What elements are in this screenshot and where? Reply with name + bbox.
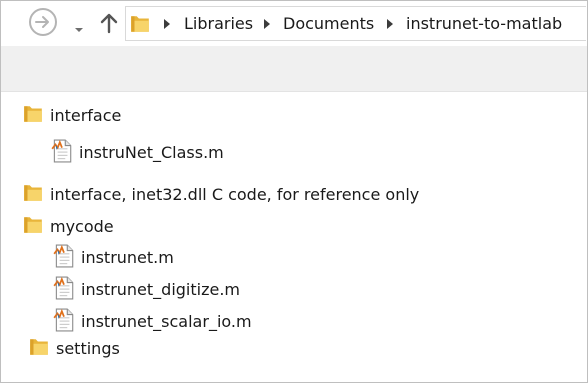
folder-icon — [28, 336, 50, 362]
folder-icon — [22, 103, 44, 129]
breadcrumb-separator-icon[interactable] — [387, 19, 393, 29]
tree-item-instrunet-digitize[interactable]: instrunet_digitize.m — [53, 277, 240, 303]
matlab-file-icon — [53, 244, 75, 272]
tree-item-interface-inet32[interactable]: interface, inet32.dll C code, for refere… — [22, 182, 419, 208]
folder-icon — [22, 182, 44, 208]
tree-item-interface[interactable]: interface — [22, 103, 121, 129]
explorer-window: Libraries Documents instrunet-to-matlab … — [0, 0, 588, 383]
folder-icon — [129, 13, 151, 39]
breadcrumb-current-folder[interactable]: instrunet-to-matlab — [406, 15, 562, 33]
breadcrumb-separator-icon[interactable] — [164, 19, 170, 29]
arrow-up-icon[interactable] — [99, 12, 119, 34]
address-bar[interactable]: Libraries Documents instrunet-to-matlab — [125, 6, 586, 41]
tree-item-label: instruNet_Class.m — [79, 143, 224, 162]
tree-item-instrunet-scalar-io[interactable]: instrunet_scalar_io.m — [53, 309, 252, 335]
matlab-file-icon — [51, 139, 73, 167]
folder-icon — [22, 214, 44, 240]
tree-item-mycode[interactable]: mycode — [22, 214, 114, 240]
breadcrumb-libraries[interactable]: Libraries — [184, 15, 253, 33]
tree-item-instrunet-class[interactable]: instruNet_Class.m — [51, 140, 224, 166]
tree-item-instrunet[interactable]: instrunet.m — [53, 245, 174, 271]
tree-item-label: instrunet_digitize.m — [81, 280, 241, 299]
tree-item-settings[interactable]: settings — [28, 336, 120, 362]
tree-item-label: instrunet_scalar_io.m — [81, 312, 252, 331]
matlab-file-icon — [53, 276, 75, 304]
tree-item-label: interface — [50, 106, 122, 125]
tree-item-label: mycode — [50, 217, 114, 236]
chevron-down-icon[interactable] — [73, 19, 85, 32]
back-button[interactable] — [29, 8, 57, 36]
tree-item-label: instrunet.m — [81, 248, 174, 267]
breadcrumb-separator-icon[interactable] — [264, 19, 270, 29]
navigation-bar: Libraries Documents instrunet-to-matlab — [1, 1, 587, 46]
arrow-right-icon — [35, 15, 51, 29]
tree-item-label: settings — [56, 339, 120, 358]
tree-item-label: interface, inet32.dll C code, for refere… — [50, 185, 420, 204]
matlab-file-icon — [53, 308, 75, 336]
toolbar-band — [1, 46, 587, 92]
breadcrumb-documents[interactable]: Documents — [283, 15, 374, 33]
